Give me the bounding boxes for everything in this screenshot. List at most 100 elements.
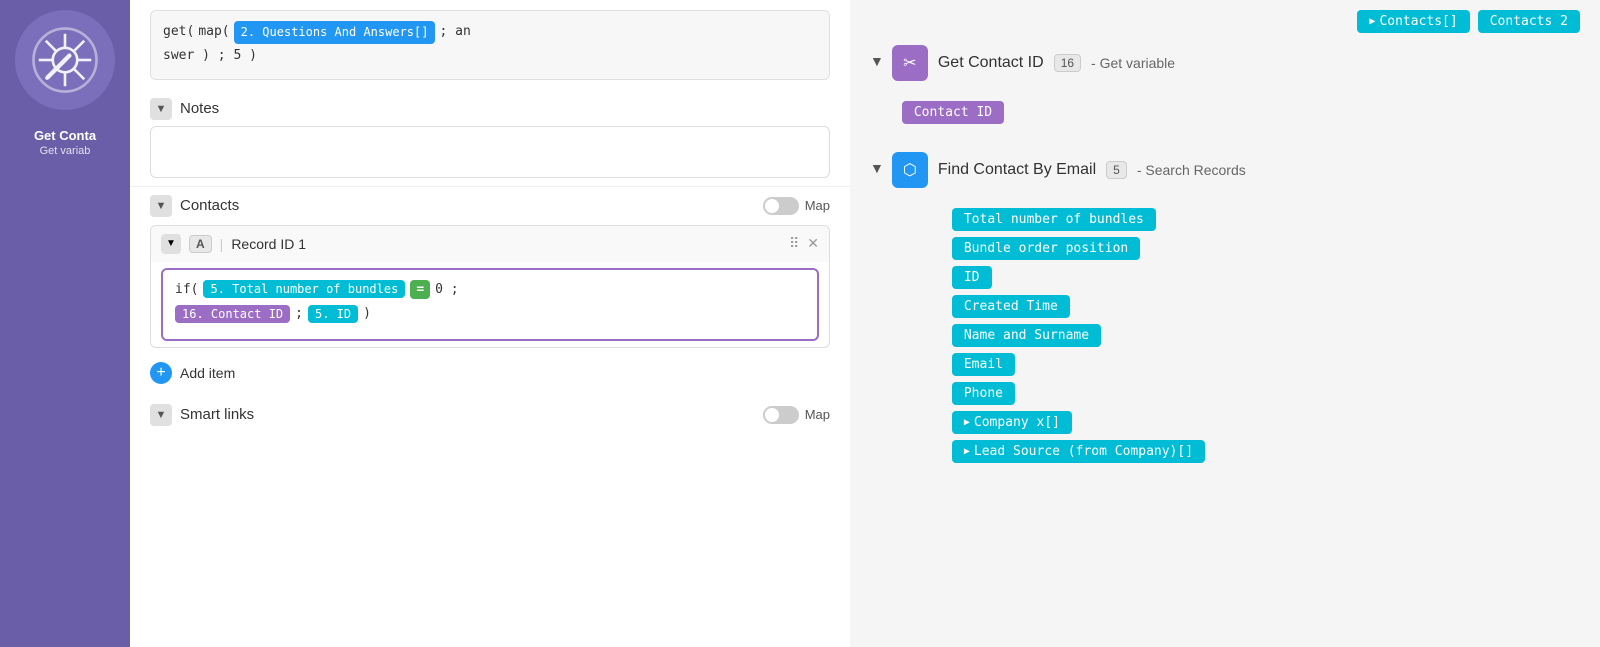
record-name: Record ID 1 — [231, 236, 781, 252]
notes-section: ▼ Notes — [130, 90, 850, 187]
contacts-map-label: Map — [805, 198, 830, 213]
contacts-toggle-switch[interactable] — [763, 197, 799, 215]
record-item: ▼ A | Record ID 1 ⠿ ✕ if( 5. Total numbe… — [150, 225, 830, 348]
get-contact-badge: 16 — [1054, 54, 1081, 72]
code-map: map( — [198, 22, 229, 43]
smart-links-left: ▼ Smart links — [150, 404, 254, 426]
drag-icon[interactable]: ⠿ — [789, 235, 799, 252]
code-swer: swer ) ; 5 ) — [163, 46, 257, 67]
lead-source-arrow-icon: ▶ — [964, 446, 970, 457]
contacts-2-tag[interactable]: Contacts 2 — [1478, 10, 1580, 33]
tags-row-2: ID — [952, 266, 1580, 289]
tags-row-5: Email — [952, 353, 1580, 376]
f-tag-total-bundles[interactable]: 5. Total number of bundles — [203, 280, 405, 298]
tag-lead-source[interactable]: ▶ Lead Source (from Company)[] — [952, 440, 1205, 463]
tags-row-1: Bundle order position — [952, 237, 1580, 260]
get-contact-content: ✂ Get Contact ID 16 - Get variable Conta… — [892, 45, 1175, 140]
tags-row-7: ▶ Company x[] — [952, 411, 1580, 434]
add-item-label: Add item — [180, 365, 235, 381]
code-line-1: get( map( 2. Questions And Answers[] ; a… — [163, 21, 817, 44]
contact-id-tag[interactable]: Contact ID — [902, 101, 1004, 124]
tag-phone[interactable]: Phone — [952, 382, 1015, 405]
add-item-row: + Add item — [150, 356, 830, 388]
smart-links-toggle-switch[interactable] — [763, 406, 799, 424]
code-semi-an: ; an — [439, 22, 470, 43]
record-divider: | — [220, 236, 224, 252]
smart-links-section: ▼ Smart links Map — [130, 396, 850, 434]
find-contact-tags-grid: Total number of bundles Bundle order pos… — [952, 208, 1580, 463]
code-tag-questions[interactable]: 2. Questions And Answers[] — [234, 21, 436, 44]
tag-name-surname[interactable]: Name and Surname — [952, 324, 1101, 347]
record-chevron[interactable]: ▼ — [161, 234, 181, 254]
get-contact-icon: ✂ — [892, 45, 928, 81]
contacts-array-tag[interactable]: ▶ Contacts[] — [1357, 10, 1469, 33]
f-tag-contact-id[interactable]: 16. Contact ID — [175, 305, 290, 323]
tag-total-bundles[interactable]: Total number of bundles — [952, 208, 1156, 231]
get-contact-title: Get Contact ID — [938, 54, 1044, 72]
formula-line-1: if( 5. Total number of bundles = 0 ; — [175, 280, 805, 299]
code-get: get( — [163, 22, 194, 43]
company-label: Company x[] — [974, 415, 1060, 430]
get-contact-subtitle: - Get variable — [1091, 55, 1175, 71]
contacts-left: ▼ Contacts — [150, 195, 239, 217]
find-contact-title: Find Contact By Email — [938, 161, 1096, 179]
lead-source-label: Lead Source (from Company)[] — [974, 444, 1193, 459]
tags-row-6: Phone — [952, 382, 1580, 405]
smart-links-toggle-knob — [765, 408, 779, 422]
f-tag-5-id[interactable]: 5. ID — [308, 305, 358, 323]
tag-company[interactable]: ▶ Company x[] — [952, 411, 1072, 434]
right-panel: ▶ Contacts[] Contacts 2 ▼ ✂ Get Contact … — [850, 0, 1600, 647]
sidebar-sublabel: Get variab — [32, 145, 99, 157]
get-contact-row: ▼ ✂ Get Contact ID 16 - Get variable Con… — [870, 45, 1580, 140]
company-arrow-icon: ▶ — [964, 417, 970, 428]
tag-created-time[interactable]: Created Time — [952, 295, 1070, 318]
f-close: ) — [363, 306, 371, 321]
record-actions: ⠿ ✕ — [789, 235, 819, 252]
get-contact-block: ✂ Get Contact ID 16 - Get variable — [892, 45, 1175, 81]
find-contact-dropdown-arrow[interactable]: ▼ — [870, 160, 884, 176]
add-item-button[interactable]: + — [150, 362, 172, 384]
contacts-array-label: Contacts[] — [1379, 14, 1457, 29]
find-contact-subtitle: - Search Records — [1137, 162, 1246, 178]
contacts-toggle-knob — [765, 199, 779, 213]
smart-links-map-toggle: Map — [763, 406, 830, 424]
tag-bundle-order[interactable]: Bundle order position — [952, 237, 1140, 260]
close-icon[interactable]: ✕ — [807, 235, 819, 252]
notes-chevron[interactable]: ▼ — [150, 98, 172, 120]
contact-id-row: Contact ID — [902, 101, 1175, 124]
tags-row-8: ▶ Lead Source (from Company)[] — [952, 440, 1580, 463]
f-tag-equals[interactable]: = — [410, 280, 430, 299]
f-zero: 0 ; — [435, 282, 458, 297]
smart-links-chevron[interactable]: ▼ — [150, 404, 172, 426]
get-contact-dropdown-arrow[interactable]: ▼ — [870, 53, 884, 69]
sidebar-icon — [30, 25, 100, 95]
smart-links-title: Smart links — [180, 406, 254, 423]
record-header: ▼ A | Record ID 1 ⠿ ✕ — [151, 226, 829, 262]
smart-links-map-label: Map — [805, 407, 830, 422]
tag-email[interactable]: Email — [952, 353, 1015, 376]
code-block: get( map( 2. Questions And Answers[] ; a… — [150, 10, 830, 80]
record-type-badge: A — [189, 235, 212, 253]
smart-links-header: ▼ Smart links Map — [150, 404, 830, 426]
contacts-chevron[interactable]: ▼ — [150, 195, 172, 217]
find-contact-content: ⬡ Find Contact By Email 5 - Search Recor… — [892, 152, 1580, 463]
find-contact-badge: 5 — [1106, 161, 1127, 179]
find-contact-block: ⬡ Find Contact By Email 5 - Search Recor… — [892, 152, 1580, 188]
contacts-map-toggle: Map — [763, 197, 830, 215]
code-line-2: swer ) ; 5 ) — [163, 46, 817, 67]
tag-id[interactable]: ID — [952, 266, 992, 289]
f-if: if( — [175, 282, 198, 297]
tags-row-4: Name and Surname — [952, 324, 1580, 347]
notes-input[interactable] — [150, 126, 830, 178]
notes-title: Notes — [180, 100, 219, 117]
left-panel: get( map( 2. Questions And Answers[] ; a… — [130, 0, 850, 647]
contacts-title: Contacts — [180, 197, 239, 214]
sidebar-label: Get Conta — [26, 128, 104, 143]
find-contact-row: ▼ ⬡ Find Contact By Email 5 - Search Rec… — [870, 152, 1580, 463]
formula-editor: if( 5. Total number of bundles = 0 ; 16.… — [161, 268, 819, 341]
formula-line-2: 16. Contact ID ; 5. ID ) — [175, 305, 805, 323]
notes-header: ▼ Notes — [150, 98, 830, 120]
contacts-arrow-icon: ▶ — [1369, 16, 1375, 27]
f-semi: ; — [295, 306, 303, 321]
contacts-header: ▼ Contacts Map — [150, 195, 830, 217]
